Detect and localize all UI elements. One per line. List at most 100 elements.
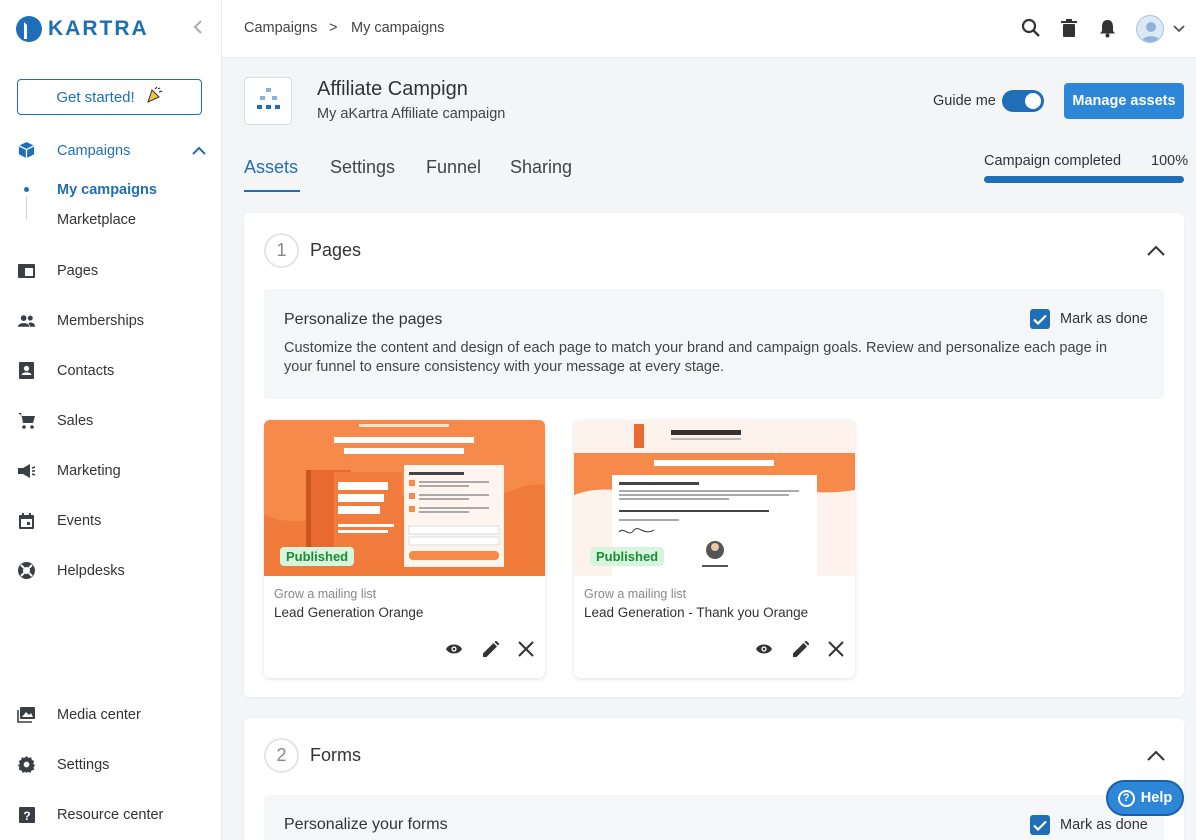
kartra-logo[interactable]: KARTRA [16, 16, 149, 42]
mark-as-done-checkbox[interactable]: Mark as done [1030, 815, 1148, 835]
mark-as-done-checkbox[interactable]: Mark as done [1030, 309, 1148, 329]
chevron-down-icon[interactable] [1168, 18, 1190, 40]
sidebar-item-label: Contacts [57, 362, 115, 379]
trash-icon[interactable] [1058, 17, 1080, 39]
progress-bar [984, 176, 1184, 183]
progress-percent: 100% [1151, 153, 1189, 169]
pencil-icon[interactable] [790, 639, 810, 659]
svg-text:?: ? [23, 809, 30, 823]
tab-sharing[interactable]: Sharing [510, 157, 572, 178]
progress-bar-fill [984, 176, 1184, 183]
mark-as-done-label: Mark as done [1060, 817, 1148, 833]
close-icon[interactable] [826, 639, 846, 659]
mark-as-done-label: Mark as done [1060, 311, 1148, 327]
chevron-up-icon[interactable] [192, 143, 206, 159]
sidebar-item-my-campaigns[interactable]: My campaigns [57, 182, 157, 198]
progress-label: Campaign completed [984, 153, 1122, 169]
sidebar-item-label: Campaigns [57, 142, 131, 159]
eye-icon[interactable] [444, 639, 464, 659]
sidebar-item-label: Marketing [57, 462, 121, 479]
tab-funnel[interactable]: Funnel [426, 157, 481, 178]
help-button[interactable]: ? Help [1106, 780, 1184, 816]
active-dot [24, 187, 29, 192]
collapse-sidebar-icon[interactable] [192, 18, 204, 41]
forms-info-box: Personalize your forms Mark as done [264, 795, 1164, 840]
bell-icon[interactable] [1096, 17, 1118, 39]
tab-settings[interactable]: Settings [330, 157, 395, 178]
question-icon: ? [1117, 789, 1135, 807]
sidebar-item-resource-center[interactable]: ? Resource center [17, 805, 163, 824]
page-subtitle: My aKartra Affiliate campaign [317, 106, 506, 122]
info-title: Personalize the pages [284, 311, 443, 328]
help-square-icon: ? [17, 805, 36, 824]
sidebar-item-campaigns[interactable]: Campaigns [17, 141, 130, 160]
sidebar-item-label: Settings [57, 756, 110, 773]
calendar-icon [17, 511, 36, 530]
sidebar-item-label: Sales [57, 412, 94, 429]
sidebar-item-events[interactable]: Events [17, 511, 101, 530]
page-card[interactable]: Published Grow a mailing list Lead Gener… [264, 420, 545, 678]
section-title: Pages [310, 240, 362, 260]
sidebar: KARTRA Get started! Campaigns My campaig… [0, 0, 222, 840]
sidebar-item-sales[interactable]: Sales [17, 411, 93, 430]
sidebar-item-label: Memberships [57, 312, 145, 329]
memberships-icon [17, 311, 36, 330]
megaphone-icon [17, 461, 36, 480]
forms-section: 2 Forms Personalize your forms Mark as d… [244, 718, 1184, 840]
sidebar-item-label: Helpdesks [57, 562, 125, 579]
pencil-icon[interactable] [480, 639, 500, 659]
pages-icon [17, 261, 36, 280]
active-tab-indicator [244, 190, 300, 192]
page-card[interactable]: Published Grow a mailing list Lead Gener… [574, 420, 855, 678]
campaign-icon [244, 77, 292, 125]
search-icon[interactable] [1020, 17, 1042, 39]
media-icon [17, 705, 36, 724]
info-title: Personalize your forms [284, 816, 448, 833]
contacts-icon [17, 361, 36, 380]
page-title: Affiliate Campign [317, 78, 468, 100]
section-number-badge: 2 [264, 738, 299, 773]
sidebar-item-memberships[interactable]: Memberships [17, 311, 144, 330]
eye-icon[interactable] [754, 639, 774, 659]
close-icon[interactable] [516, 639, 536, 659]
lifebuoy-icon [17, 561, 36, 580]
pages-info-box: Personalize the pages Mark as done Custo… [264, 289, 1164, 399]
info-description: Customize the content and design of each… [284, 340, 1108, 375]
checkbox-checked-icon [1030, 309, 1050, 329]
avatar[interactable] [1136, 15, 1164, 43]
help-label: Help [1140, 790, 1173, 806]
sidebar-item-label: Pages [57, 262, 99, 279]
cube-icon [17, 141, 36, 160]
sidebar-item-label: Events [57, 512, 102, 529]
sidebar-item-marketing[interactable]: Marketing [17, 461, 121, 480]
chevron-up-icon[interactable] [1145, 744, 1167, 766]
breadcrumb-separator: > [329, 20, 338, 36]
sidebar-item-contacts[interactable]: Contacts [17, 361, 114, 380]
tab-assets[interactable]: Assets [244, 157, 298, 178]
cart-icon [17, 411, 36, 430]
sidebar-item-marketplace[interactable]: Marketplace [57, 212, 136, 228]
status-badge: Published [590, 547, 665, 566]
sidebar-item-helpdesks[interactable]: Helpdesks [17, 561, 125, 580]
manage-assets-button[interactable]: Manage assets [1064, 83, 1184, 119]
kartra-logo-text: KARTRA [48, 17, 149, 40]
breadcrumb-campaigns[interactable]: Campaigns [244, 20, 317, 36]
sidebar-item-label: Resource center [57, 806, 164, 823]
kartra-logo-mark [16, 16, 42, 42]
status-badge: Published [280, 547, 355, 566]
gear-icon [17, 755, 36, 774]
sidebar-item-label: Media center [57, 706, 141, 723]
guide-me-label: Guide me [933, 93, 996, 109]
sidebar-item-settings[interactable]: Settings [17, 755, 109, 774]
pages-section: 1 Pages Personalize the pages Mark as do… [244, 213, 1184, 697]
get-started-button[interactable]: Get started! [17, 79, 202, 115]
card-title: Lead Generation - Thank you Orange [584, 605, 809, 620]
breadcrumb-current: My campaigns [351, 20, 445, 36]
sidebar-item-media-center[interactable]: Media center [17, 705, 141, 724]
sidebar-item-pages[interactable]: Pages [17, 261, 98, 280]
party-popper-icon [145, 86, 163, 108]
chevron-up-icon[interactable] [1145, 239, 1167, 261]
card-category: Grow a mailing list [274, 587, 377, 601]
section-title: Forms [310, 745, 361, 765]
guide-me-toggle[interactable] [1002, 90, 1044, 112]
